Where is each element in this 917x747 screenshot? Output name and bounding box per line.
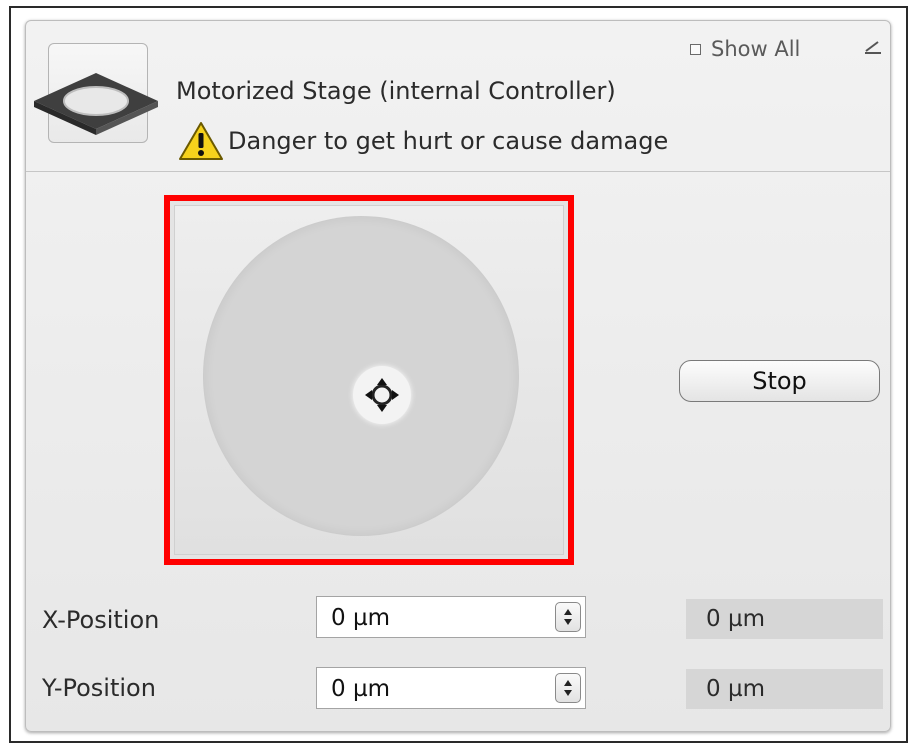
show-all-label: Show All — [711, 37, 801, 61]
warning-row: Danger to get hurt or cause damage — [178, 121, 668, 161]
spinner-up-down-icon — [564, 680, 572, 696]
y-position-spinner[interactable] — [555, 673, 581, 703]
motorized-stage-icon — [34, 73, 158, 135]
stop-button[interactable]: Stop — [679, 360, 880, 402]
x-position-label: X-Position — [42, 606, 160, 634]
joystick-handle[interactable] — [353, 366, 411, 424]
panel-title: Motorized Stage (internal Controller) — [176, 77, 616, 105]
warning-triangle-icon — [179, 122, 223, 160]
move-arrows-icon — [365, 378, 399, 412]
motorized-stage-panel: Motorized Stage (internal Controller) Da… — [25, 20, 891, 732]
warning-text: Danger to get hurt or cause damage — [228, 127, 669, 155]
x-position-readout-value: 0 µm — [706, 606, 765, 632]
y-position-readout: 0 µm — [686, 669, 883, 709]
stage-joystick-area[interactable] — [164, 195, 574, 565]
y-position-input[interactable]: 0 µm — [316, 667, 586, 709]
y-position-value[interactable]: 0 µm — [331, 676, 390, 702]
joystick-field — [174, 205, 564, 555]
y-position-readout-value: 0 µm — [706, 676, 765, 702]
pin-icon[interactable] — [864, 39, 882, 55]
panel-header: Motorized Stage (internal Controller) Da… — [26, 21, 890, 172]
x-position-spinner[interactable] — [555, 602, 581, 632]
x-position-input[interactable]: 0 µm — [316, 596, 586, 638]
x-position-readout: 0 µm — [686, 599, 883, 639]
joystick-disc[interactable] — [203, 216, 519, 536]
spinner-up-down-icon — [564, 609, 572, 625]
show-all-toggle[interactable]: Show All — [690, 37, 800, 61]
x-position-value[interactable]: 0 µm — [331, 605, 390, 631]
y-position-label: Y-Position — [42, 674, 156, 702]
show-all-checkbox[interactable] — [690, 43, 701, 55]
